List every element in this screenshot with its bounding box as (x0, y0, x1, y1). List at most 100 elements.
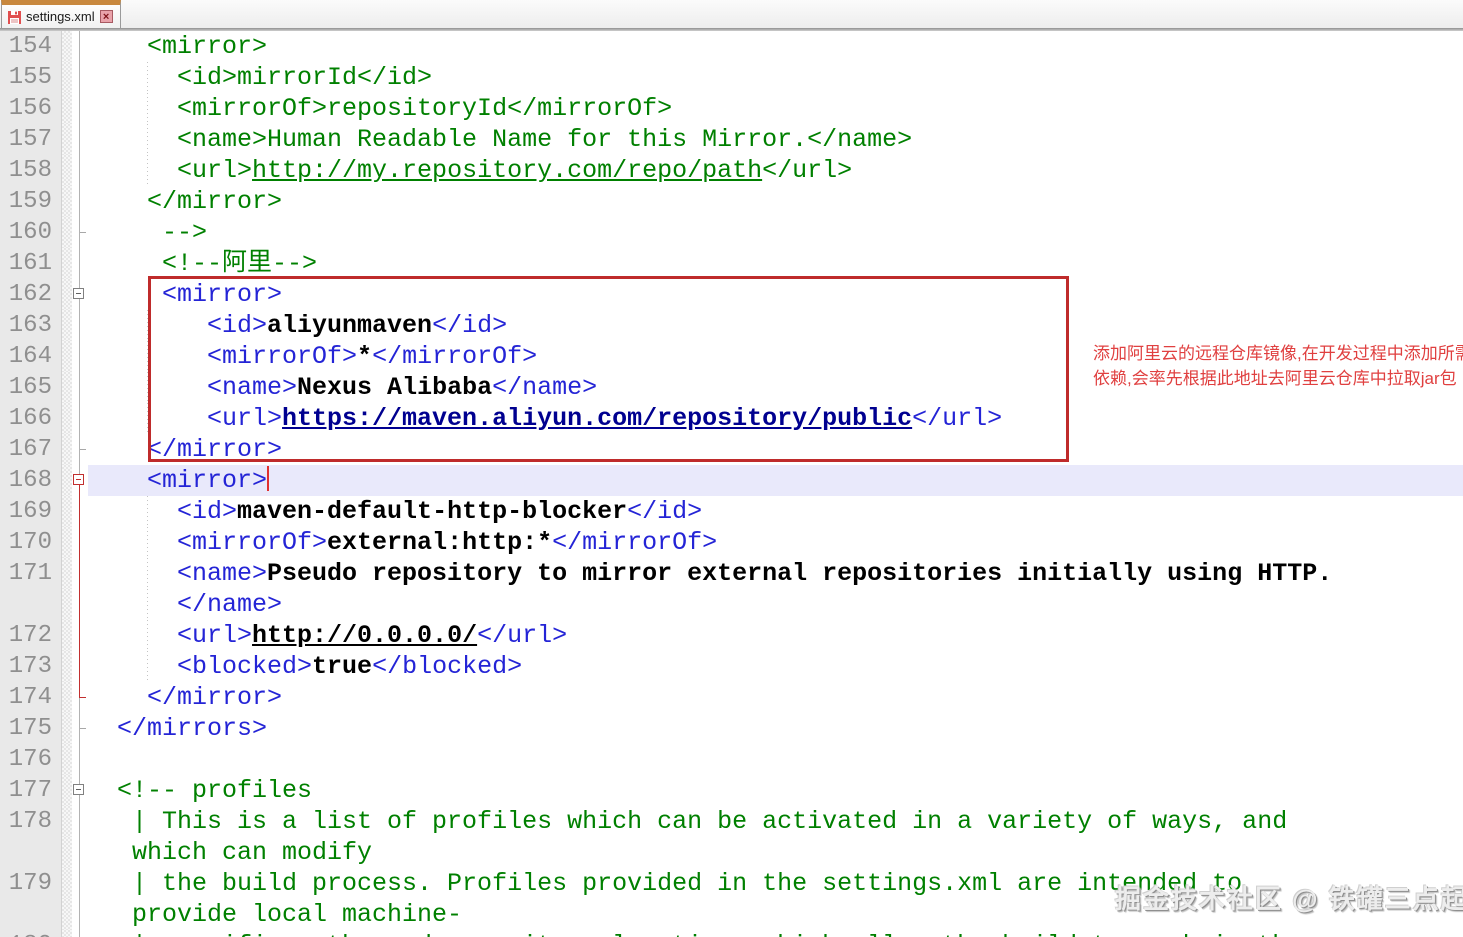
code-text[interactable]: <blocked>true</blocked> (88, 651, 1463, 682)
close-icon[interactable]: × (99, 10, 113, 23)
code-text[interactable]: <!--阿里--> (88, 248, 1463, 279)
code-line: 158 <url>http://my.repository.com/repo/p… (0, 155, 1463, 186)
line-number[interactable]: 162 (0, 279, 62, 310)
fold-margin (72, 248, 88, 279)
bookmark-margin (62, 899, 72, 930)
code-text[interactable]: provide local machine- (88, 899, 1463, 930)
bookmark-margin (62, 248, 72, 279)
code-text[interactable]: <!-- profiles (88, 775, 1463, 806)
bookmark-margin (62, 527, 72, 558)
code-line: 163 <id>aliyunmaven</id> (0, 310, 1463, 341)
line-number[interactable]: 165 (0, 372, 62, 403)
line-number[interactable]: 176 (0, 744, 62, 775)
code-text[interactable] (88, 744, 1463, 775)
line-number[interactable]: 158 (0, 155, 62, 186)
code-text[interactable]: <id>mirrorId</id> (88, 62, 1463, 93)
fold-margin (72, 124, 88, 155)
bookmark-margin (62, 558, 72, 589)
line-number[interactable]: 157 (0, 124, 62, 155)
code-line: 161 <!--阿里--> (0, 248, 1463, 279)
fold-margin (72, 558, 88, 589)
bookmark-margin (62, 682, 72, 713)
code-line: </name> (0, 589, 1463, 620)
bookmark-margin (62, 310, 72, 341)
text-caret (267, 466, 270, 491)
code-text[interactable]: <url>http://0.0.0.0/</url> (88, 620, 1463, 651)
fold-margin (72, 496, 88, 527)
line-number[interactable]: 175 (0, 713, 62, 744)
code-text[interactable]: <mirror> (88, 31, 1463, 62)
line-number[interactable]: 170 (0, 527, 62, 558)
code-line: 173 <blocked>true</blocked> (0, 651, 1463, 682)
line-number[interactable] (0, 899, 62, 930)
line-number[interactable]: 179 (0, 868, 62, 899)
fold-margin (72, 403, 88, 434)
code-text[interactable]: </name> (88, 589, 1463, 620)
code-text[interactable]: <name>Human Readable Name for this Mirro… (88, 124, 1463, 155)
code-text[interactable]: </mirror> (88, 186, 1463, 217)
bookmark-margin (62, 124, 72, 155)
fold-collapse-icon[interactable] (73, 784, 84, 795)
code-text[interactable]: which can modify (88, 837, 1463, 868)
bookmark-margin (62, 62, 72, 93)
code-line: 154 <mirror> (0, 31, 1463, 62)
bookmark-margin (62, 744, 72, 775)
line-number[interactable]: 174 (0, 682, 62, 713)
code-text[interactable]: <id>aliyunmaven</id> (88, 310, 1463, 341)
line-number[interactable]: 177 (0, 775, 62, 806)
code-text[interactable]: <mirrorOf>external:http:*</mirrorOf> (88, 527, 1463, 558)
fold-margin (72, 837, 88, 868)
line-number[interactable]: 169 (0, 496, 62, 527)
line-number[interactable]: 166 (0, 403, 62, 434)
code-line: 162 <mirror> (0, 279, 1463, 310)
code-text[interactable]: <mirrorOf>repositoryId</mirrorOf> (88, 93, 1463, 124)
fold-margin (72, 589, 88, 620)
line-number[interactable]: 172 (0, 620, 62, 651)
fold-margin (72, 713, 88, 744)
code-text[interactable]: <name>Pseudo repository to mirror extern… (88, 558, 1463, 589)
line-number[interactable]: 167 (0, 434, 62, 465)
code-text[interactable]: <url>https://maven.aliyun.com/repository… (88, 403, 1463, 434)
code-text[interactable]: | This is a list of profiles which can b… (88, 806, 1463, 837)
line-number[interactable] (0, 589, 62, 620)
line-number[interactable]: 160 (0, 217, 62, 248)
fold-margin (72, 806, 88, 837)
line-number[interactable]: 154 (0, 31, 62, 62)
line-number[interactable]: 163 (0, 310, 62, 341)
fold-margin (72, 651, 88, 682)
code-text[interactable]: | specific paths and repository location… (88, 930, 1463, 937)
code-text[interactable]: </mirrors> (88, 713, 1463, 744)
fold-collapse-icon[interactable] (73, 288, 84, 299)
fold-margin (72, 62, 88, 93)
fold-margin (72, 868, 88, 899)
line-number[interactable]: 159 (0, 186, 62, 217)
bookmark-margin (62, 403, 72, 434)
code-text[interactable]: <mirror> (88, 465, 1463, 496)
code-text[interactable]: | the build process. Profiles provided i… (88, 868, 1463, 899)
code-line: 179 | the build process. Profiles provid… (0, 868, 1463, 899)
code-text[interactable]: <url>http://my.repository.com/repo/path<… (88, 155, 1463, 186)
fold-margin (72, 217, 88, 248)
code-line: provide local machine- (0, 899, 1463, 930)
code-text[interactable]: --> (88, 217, 1463, 248)
bookmark-margin (62, 465, 72, 496)
line-number[interactable]: 171 (0, 558, 62, 589)
code-line: 156 <mirrorOf>repositoryId</mirrorOf> (0, 93, 1463, 124)
line-number[interactable] (0, 837, 62, 868)
line-number[interactable]: 156 (0, 93, 62, 124)
code-text[interactable]: </mirror> (88, 434, 1463, 465)
line-number[interactable]: 178 (0, 806, 62, 837)
code-text[interactable]: </mirror> (88, 682, 1463, 713)
line-number[interactable]: 155 (0, 62, 62, 93)
notepad-window: settings.xml × 154 <mirror> 155 <id>mirro… (0, 0, 1463, 937)
line-number[interactable]: 161 (0, 248, 62, 279)
code-text[interactable]: <id>maven-default-http-blocker</id> (88, 496, 1463, 527)
line-number[interactable]: 173 (0, 651, 62, 682)
fold-collapse-icon[interactable] (73, 474, 84, 485)
line-number[interactable]: 164 (0, 341, 62, 372)
line-number[interactable]: 168 (0, 465, 62, 496)
tab-settings-xml[interactable]: settings.xml × (1, 0, 121, 28)
code-text[interactable]: <mirror> (88, 279, 1463, 310)
fold-margin (72, 93, 88, 124)
line-number[interactable]: 180 (0, 930, 62, 937)
